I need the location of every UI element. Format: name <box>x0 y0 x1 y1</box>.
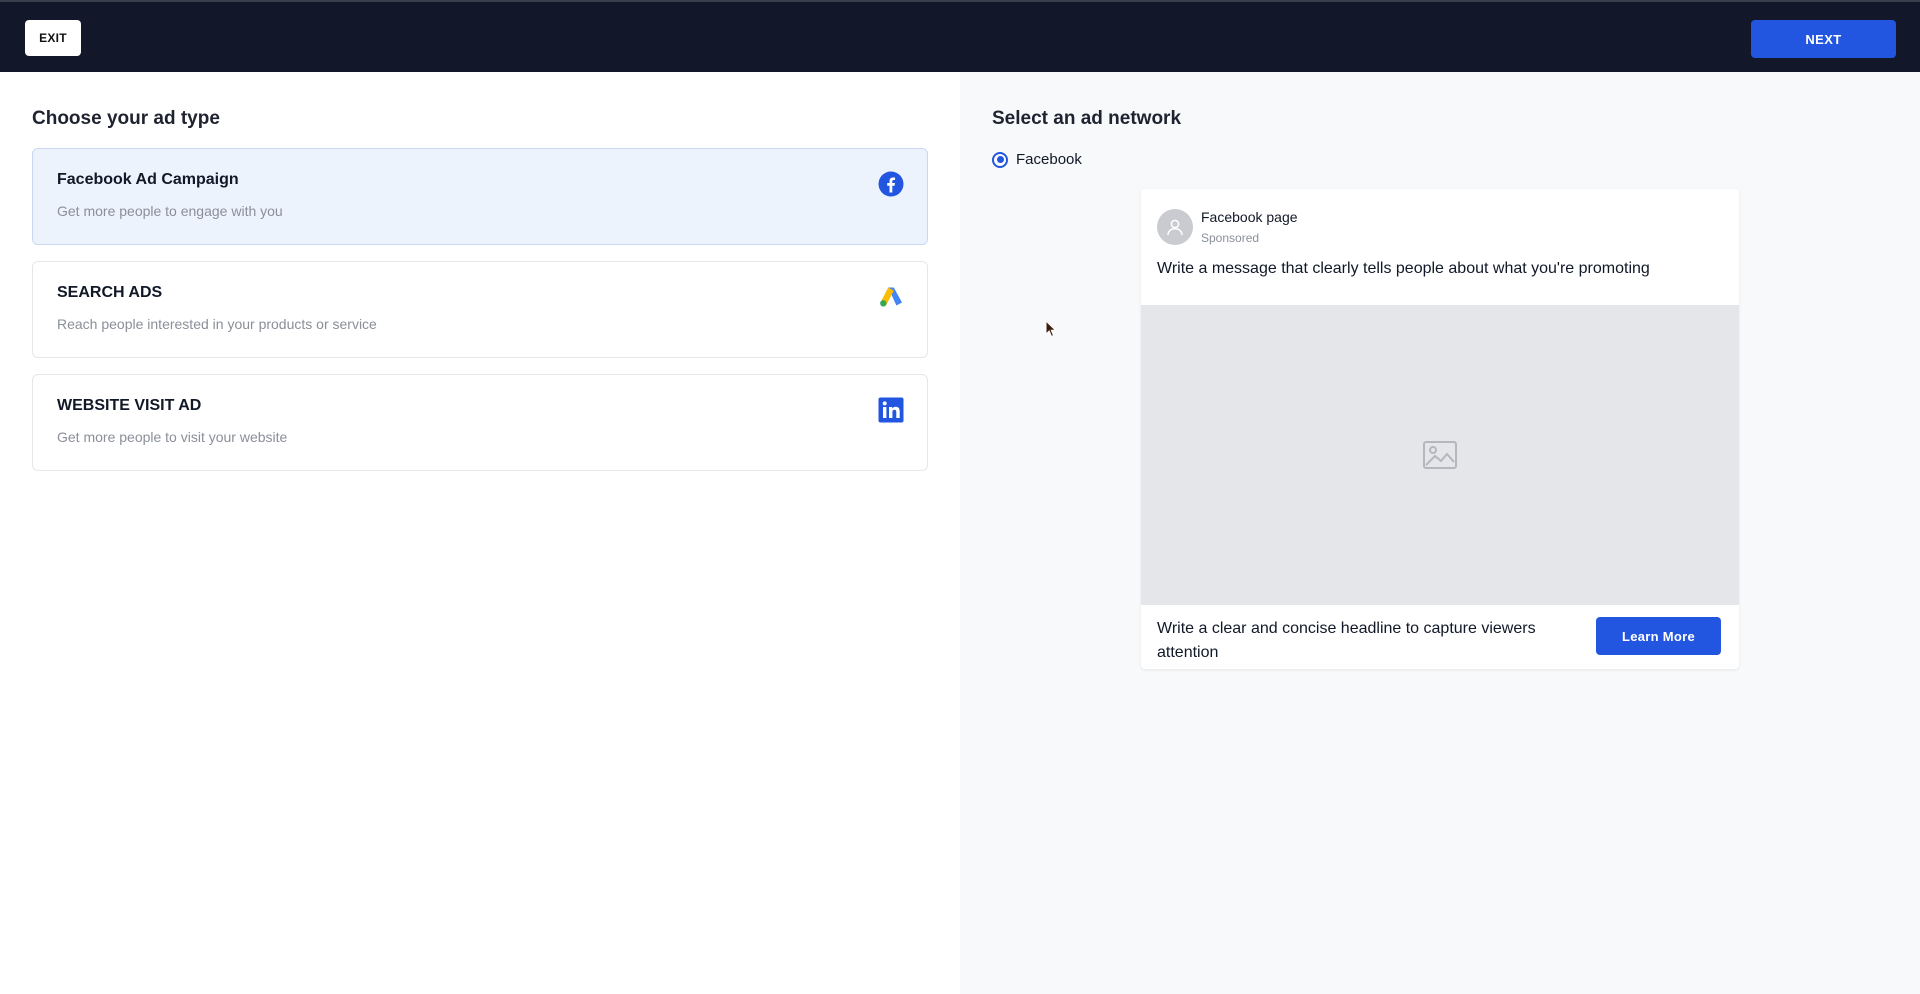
ad-type-card-subtitle: Get more people to engage with you <box>57 203 283 219</box>
ad-type-card-title: SEARCH ADS <box>57 284 163 301</box>
ad-type-card-title: Facebook Ad Campaign <box>57 171 239 188</box>
facebook-icon <box>878 171 904 197</box>
google-ads-icon <box>880 287 902 307</box>
top-bar: EXIT NEXT <box>0 0 1920 72</box>
next-button[interactable]: NEXT <box>1751 20 1896 58</box>
preview-image-area <box>1141 305 1739 605</box>
radio-selected-icon[interactable] <box>992 151 1008 168</box>
preview-page-name: Facebook page <box>1201 209 1298 225</box>
ad-type-card-website[interactable]: WEBSITE VISIT AD Get more people to visi… <box>32 374 928 471</box>
ad-type-card-subtitle: Get more people to visit your website <box>57 429 288 445</box>
linkedin-icon <box>878 397 904 423</box>
ad-network-title: Select an ad network <box>992 108 1182 129</box>
user-icon <box>1167 219 1183 236</box>
preview-headline: Write a clear and concise headline to ca… <box>1157 620 1536 661</box>
preview-sponsored-label: Sponsored <box>1201 231 1260 245</box>
network-option-label: Facebook <box>1016 151 1082 168</box>
avatar <box>1157 209 1193 245</box>
ad-network-panel: Select an ad network Facebook Facebook p… <box>960 72 1920 994</box>
preview-message: Write a message that clearly tells peopl… <box>1157 260 1650 277</box>
mouse-cursor-icon <box>1045 320 1057 338</box>
exit-button[interactable]: EXIT <box>25 20 81 56</box>
ad-type-card-subtitle: Reach people interested in your products… <box>57 316 377 332</box>
network-option-facebook[interactable]: Facebook <box>992 151 1082 168</box>
ad-type-card-title: WEBSITE VISIT AD <box>57 397 202 414</box>
learn-more-button[interactable]: Learn More <box>1596 617 1721 655</box>
ad-type-panel: Choose your ad type Facebook Ad Campaign… <box>0 72 960 994</box>
ad-type-card-search[interactable]: SEARCH ADS Reach people interested in yo… <box>32 261 928 358</box>
ad-type-card-facebook[interactable]: Facebook Ad Campaign Get more people to … <box>32 148 928 245</box>
ad-preview-card: Facebook page Sponsored Write a message … <box>1141 189 1739 669</box>
image-placeholder-icon <box>1423 441 1457 469</box>
ad-type-title: Choose your ad type <box>32 108 220 129</box>
